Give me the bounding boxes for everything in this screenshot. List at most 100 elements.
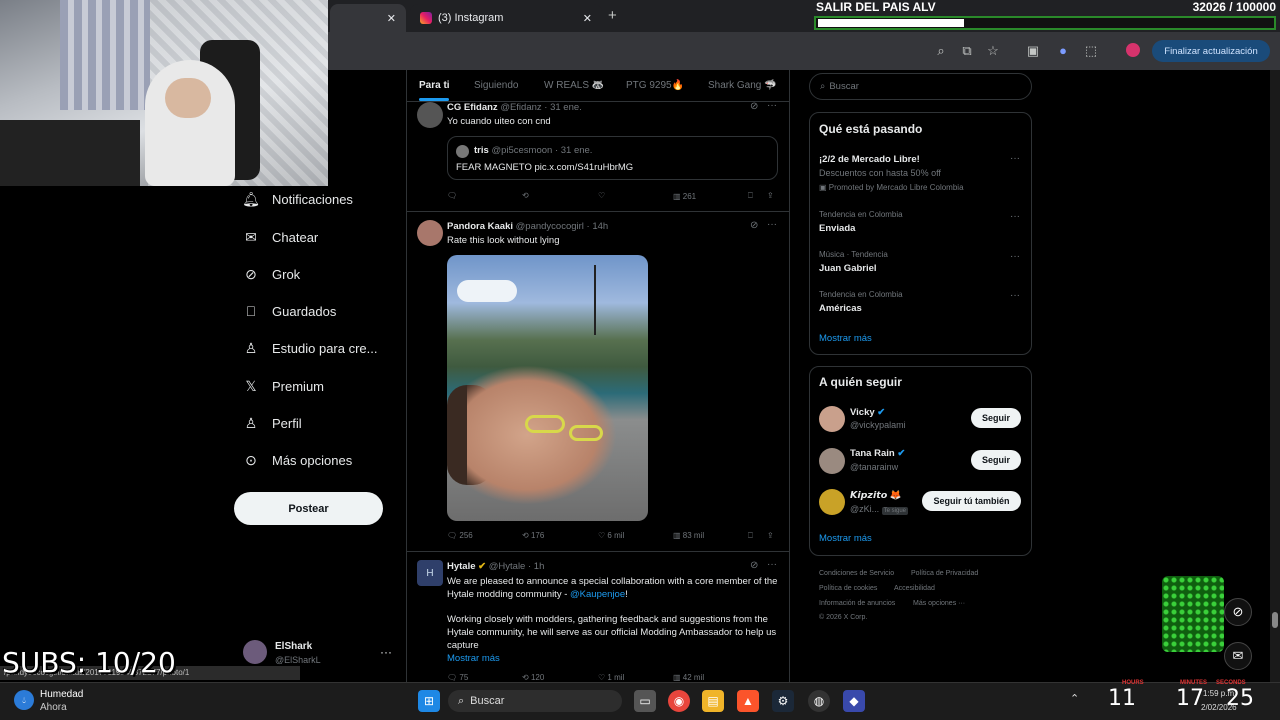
repost-count[interactable]: ⟲ 176 bbox=[522, 531, 544, 540]
grok-float-icon[interactable]: ⊘ bbox=[1224, 598, 1252, 626]
grok-icon[interactable]: ⊘ bbox=[750, 220, 758, 231]
taskbar-search[interactable]: ⌕ Buscar bbox=[448, 690, 622, 712]
repost-icon[interactable]: ⟲ bbox=[522, 191, 529, 200]
bookmark-star-icon[interactable]: ☆ bbox=[984, 42, 1002, 60]
follow-button[interactable]: Seguir bbox=[971, 450, 1021, 470]
tab-ptg[interactable]: PTG 9295🔥 bbox=[626, 80, 684, 91]
folder-icon[interactable]: ▤ bbox=[702, 690, 724, 712]
avatar[interactable] bbox=[819, 489, 845, 515]
profile-name[interactable]: ElShark bbox=[275, 641, 312, 652]
tab-shark-gang[interactable]: Shark Gang 🦈 bbox=[708, 80, 777, 91]
messages-float-icon[interactable]: ✉ bbox=[1224, 642, 1252, 670]
repost-count[interactable]: ⟲ 120 bbox=[522, 673, 544, 682]
footer-accessibility[interactable]: Accesibilidad bbox=[894, 585, 935, 592]
grok-icon[interactable]: ⊘ bbox=[750, 560, 758, 571]
update-button[interactable]: Finalizar actualización bbox=[1152, 40, 1270, 62]
new-tab-button[interactable]: + bbox=[608, 7, 617, 24]
post-photo[interactable] bbox=[447, 255, 648, 521]
footer-more[interactable]: Más opciones ··· bbox=[913, 600, 965, 607]
cast-icon[interactable]: ⧉ bbox=[958, 42, 976, 60]
chevron-up-icon[interactable]: ⌃ bbox=[1070, 692, 1079, 705]
extension-icon[interactable]: ● bbox=[1054, 42, 1072, 60]
more-icon[interactable]: ··· bbox=[767, 219, 777, 230]
views-count[interactable]: ▥ 261 bbox=[673, 192, 696, 201]
reply-count[interactable]: 🗨︎ 75 bbox=[447, 673, 468, 682]
reader-icon[interactable]: ▣ bbox=[1024, 42, 1042, 60]
scrollbar-thumb[interactable] bbox=[1272, 612, 1278, 628]
trend-name[interactable]: Américas bbox=[819, 303, 862, 314]
scrollbar[interactable] bbox=[1270, 70, 1280, 688]
more-icon[interactable]: ··· bbox=[1010, 211, 1020, 222]
tab-w-reals[interactable]: W REALS 🦝 bbox=[544, 80, 604, 91]
footer-cookies[interactable]: Política de cookies bbox=[819, 585, 877, 592]
reply-count[interactable]: 🗨︎ 256 bbox=[447, 531, 473, 540]
tab-siguiendo[interactable]: Siguiendo bbox=[474, 80, 518, 91]
nav-estudio[interactable]: ♙ Estudio para cre... bbox=[242, 337, 378, 359]
post-author[interactable]: Hytale ✔ @Hytale · 1h bbox=[447, 561, 544, 572]
nav-premium[interactable]: 𝕏 Premium bbox=[242, 375, 324, 397]
app-icon[interactable]: ◍ bbox=[808, 690, 830, 712]
follow-name[interactable]: 𝙆𝙞𝙥𝙯𝙞𝙩𝙤 🦊 bbox=[850, 490, 902, 501]
share-icon[interactable]: ⇪ bbox=[767, 191, 774, 200]
trend-name[interactable]: Enviada bbox=[819, 223, 855, 234]
trend-name[interactable]: ¡2/2 de Mercado Libre! bbox=[819, 154, 920, 165]
footer-ads-info[interactable]: Información de anuncios bbox=[819, 600, 895, 607]
post-author[interactable]: CG Efidanz @Efidanz · 31 ene. bbox=[447, 102, 582, 113]
bookmark-icon[interactable]: ⎕ bbox=[748, 531, 753, 541]
follow-button[interactable]: Seguir bbox=[971, 408, 1021, 428]
nav-chatear[interactable]: ✉ Chatear bbox=[242, 226, 318, 248]
more-icon[interactable]: ··· bbox=[1010, 153, 1020, 164]
nav-guardados[interactable]: ⎕ Guardados bbox=[242, 300, 337, 322]
show-more-link[interactable]: Mostrar más bbox=[447, 653, 500, 664]
footer-privacy[interactable]: Política de Privacidad bbox=[911, 570, 978, 577]
profile-more-button[interactable]: ··· bbox=[380, 645, 392, 659]
weather-label[interactable]: Humedad bbox=[40, 689, 83, 700]
like-icon[interactable]: ♡ bbox=[598, 191, 605, 200]
bookmark-icon[interactable]: ⎕ bbox=[748, 191, 753, 201]
like-count[interactable]: ♡ 6 mil bbox=[598, 531, 624, 540]
hytale-logo[interactable]: H bbox=[417, 560, 443, 586]
windows-start-icon[interactable]: ⊞ bbox=[418, 690, 440, 712]
reply-icon[interactable]: 🗨︎ bbox=[447, 191, 457, 200]
follow-name[interactable]: Tana Rain ✔ bbox=[850, 448, 905, 459]
zoom-icon[interactable]: ⌕ bbox=[932, 42, 950, 60]
avatar[interactable] bbox=[243, 640, 267, 664]
chrome-icon[interactable]: ◉ bbox=[668, 690, 690, 712]
nav-perfil[interactable]: ♙ Perfil bbox=[242, 412, 302, 434]
share-icon[interactable]: ⇪ bbox=[767, 531, 774, 540]
system-time[interactable]: 1:59 p.m. bbox=[1203, 689, 1236, 698]
trends-show-more[interactable]: Mostrar más bbox=[819, 333, 872, 344]
steam-icon[interactable]: ⚙ bbox=[772, 690, 794, 712]
footer-terms[interactable]: Condiciones de Servicio bbox=[819, 570, 894, 577]
more-icon[interactable]: ··· bbox=[1010, 251, 1020, 262]
close-icon[interactable]: ✕ bbox=[583, 12, 592, 25]
grok-icon[interactable]: ⊘ bbox=[750, 101, 758, 112]
post-button[interactable]: Postear bbox=[234, 492, 383, 525]
avatar[interactable] bbox=[417, 220, 443, 246]
follow-name[interactable]: Vicky ✔ bbox=[850, 407, 885, 418]
nav-grok[interactable]: ⊘ Grok bbox=[242, 263, 300, 285]
puzzle-icon[interactable]: ⬚ bbox=[1082, 42, 1100, 60]
trend-name[interactable]: Juan Gabriel bbox=[819, 263, 877, 274]
post-author[interactable]: Pandora Kaaki @pandycocogirl · 14h bbox=[447, 221, 608, 232]
profile-avatar-icon[interactable] bbox=[1126, 43, 1140, 57]
mention-link[interactable]: @Kaupenjoe bbox=[570, 589, 625, 600]
weather-icon[interactable]: 💧︎ bbox=[14, 690, 34, 710]
browser-tab-instagram[interactable]: (3) Instagram ✕ bbox=[410, 4, 602, 32]
more-icon[interactable]: ··· bbox=[767, 100, 777, 111]
like-count[interactable]: ♡ 1 mil bbox=[598, 673, 624, 682]
nav-notificaciones[interactable]: 🔔︎ Notificaciones bbox=[242, 188, 353, 210]
avatar[interactable] bbox=[417, 102, 443, 128]
more-icon[interactable]: ··· bbox=[767, 559, 777, 570]
views-count[interactable]: ▥ 42 mil bbox=[673, 673, 704, 682]
avatar[interactable] bbox=[819, 406, 845, 432]
app-icon-2[interactable]: ◆ bbox=[843, 690, 865, 712]
task-view-icon[interactable]: ▭ bbox=[634, 690, 656, 712]
system-date[interactable]: 2/02/2026 bbox=[1201, 703, 1237, 712]
avatar[interactable] bbox=[819, 448, 845, 474]
browser-tab-x[interactable]: ✕ bbox=[330, 4, 406, 32]
views-count[interactable]: ▥ 83 mil bbox=[673, 531, 704, 540]
follow-back-button[interactable]: Seguir tú también bbox=[922, 491, 1021, 511]
follow-show-more[interactable]: Mostrar más bbox=[819, 533, 872, 544]
tab-para-ti[interactable]: Para ti bbox=[419, 80, 450, 91]
